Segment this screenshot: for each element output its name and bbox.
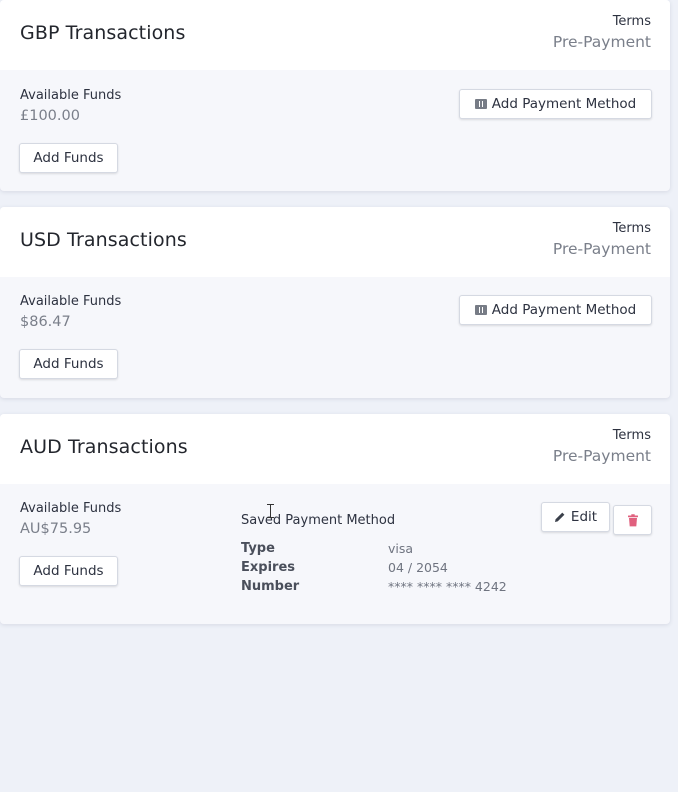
terms-value: Pre-Payment: [552, 33, 651, 51]
add-funds-label: Add Funds: [33, 150, 104, 166]
usd-transactions-card: USD Transactions Terms Pre-Payment Avail…: [0, 207, 670, 398]
available-funds-value: AU$75.95: [20, 521, 92, 537]
aud-transactions-card: AUD Transactions Terms Pre-Payment Avail…: [0, 414, 670, 624]
trash-icon: [627, 513, 638, 526]
card-title: USD Transactions: [20, 229, 187, 251]
card-number-value: **** **** **** 4242: [388, 579, 507, 594]
pencil-icon: [554, 512, 565, 522]
credit-card-plus-icon: [474, 305, 487, 315]
number-label: Number: [241, 579, 300, 594]
available-funds-value: $86.47: [20, 314, 71, 330]
type-label: Type: [241, 541, 275, 556]
terms-label: Terms: [612, 428, 651, 443]
saved-payment-method-title: Saved Payment Method: [241, 513, 396, 528]
add-payment-method-button[interactable]: Add Payment Method: [459, 89, 652, 119]
add-funds-button[interactable]: Add Funds: [19, 143, 118, 173]
card-header: GBP Transactions Terms Pre-Payment: [0, 0, 670, 70]
available-funds-label: Available Funds: [20, 501, 122, 516]
delete-payment-method-button[interactable]: [613, 505, 652, 535]
card-title: AUD Transactions: [20, 436, 188, 458]
add-payment-method-label: Add Payment Method: [491, 302, 637, 318]
credit-card-plus-icon: [474, 99, 487, 109]
edit-payment-method-button[interactable]: Edit: [541, 502, 610, 532]
expires-value: 04 / 2054: [388, 560, 448, 575]
add-funds-button[interactable]: Add Funds: [19, 556, 118, 586]
available-funds-value: £100.00: [20, 108, 80, 124]
type-value: visa: [388, 541, 414, 556]
available-funds-label: Available Funds: [20, 88, 122, 103]
card-title: GBP Transactions: [20, 22, 186, 44]
text-cursor-icon: [267, 504, 274, 518]
expires-label: Expires: [241, 560, 295, 575]
add-payment-method-button[interactable]: Add Payment Method: [459, 295, 652, 325]
add-funds-label: Add Funds: [33, 563, 104, 579]
available-funds-label: Available Funds: [20, 294, 122, 309]
terms-value: Pre-Payment: [552, 447, 651, 465]
add-funds-label: Add Funds: [33, 356, 104, 372]
add-funds-button[interactable]: Add Funds: [19, 349, 118, 379]
card-header: USD Transactions Terms Pre-Payment: [0, 207, 670, 277]
terms-label: Terms: [612, 14, 651, 29]
edit-label: Edit: [570, 509, 598, 525]
card-header: AUD Transactions Terms Pre-Payment: [0, 414, 670, 484]
gbp-transactions-card: GBP Transactions Terms Pre-Payment Avail…: [0, 0, 670, 191]
add-payment-method-label: Add Payment Method: [491, 96, 637, 112]
terms-label: Terms: [612, 221, 651, 236]
terms-value: Pre-Payment: [552, 240, 651, 258]
